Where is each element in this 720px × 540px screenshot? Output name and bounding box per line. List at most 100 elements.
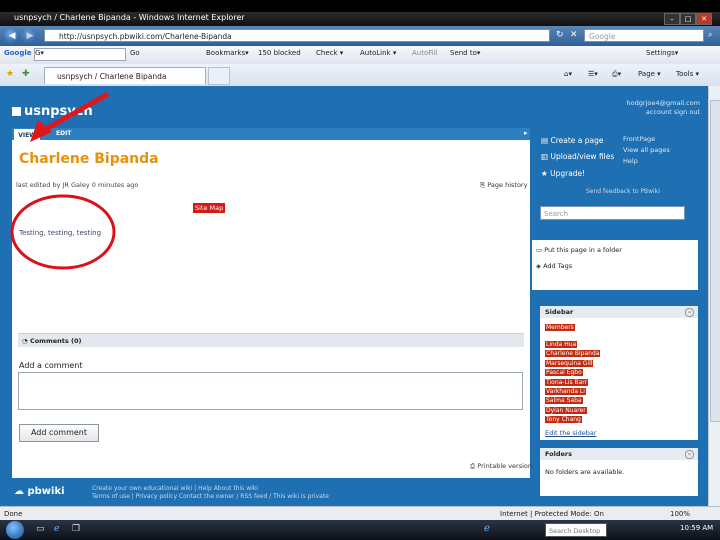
page-history-link[interactable]: ⎘ Page history <box>480 181 527 190</box>
member-link[interactable]: Tony Chang <box>545 415 600 424</box>
show-desktop-icon[interactable]: ▭ <box>36 524 45 534</box>
edit-sidebar-link[interactable]: Edit the sidebar <box>545 429 597 437</box>
page-body-text: Testing, testing, testing <box>19 229 102 237</box>
pbwiki-logo-text: pbwiki <box>27 486 65 497</box>
comment-textarea[interactable] <box>18 372 523 410</box>
feeds-icon[interactable]: ☰▾ <box>588 70 598 78</box>
vertical-scrollbar[interactable] <box>708 86 720 506</box>
tools-menu[interactable]: Tools ▾ <box>676 70 699 78</box>
browser-search-input[interactable]: Google <box>584 29 704 42</box>
help-link[interactable]: Help <box>623 157 638 165</box>
new-tab-button[interactable] <box>208 67 230 85</box>
home-icon <box>12 107 21 116</box>
pbwiki-logo[interactable]: ☁ pbwiki <box>14 486 65 497</box>
create-page-link[interactable]: ▤ Create a page <box>541 136 604 145</box>
tab-edit[interactable]: EDIT <box>56 130 71 137</box>
status-bar: Done Internet | Protected Mode: On 100% <box>0 506 720 521</box>
page-history-label: Page history <box>487 181 528 189</box>
bookmarks-button[interactable]: Bookmarks▾ <box>206 49 249 57</box>
wiki-search-input[interactable]: Search <box>540 206 685 220</box>
desktop-search-input[interactable]: Search Desktop <box>545 523 607 537</box>
window-title-bar: usnpsych / Charlene Bipanda - Windows In… <box>0 12 720 26</box>
member-link[interactable]: Pascal Egbo <box>545 368 600 377</box>
footer-line-2[interactable]: Terms of use | Privacy policy Contact th… <box>92 493 329 501</box>
member-link[interactable]: Salma Saba <box>545 396 600 405</box>
popup-blocked-button[interactable]: 150 blocked <box>258 49 301 57</box>
send-to-button[interactable]: Send to▾ <box>450 49 480 57</box>
put-in-folder-link[interactable]: ▭ Put this page in a folder <box>536 246 622 254</box>
stop-icon[interactable]: ✕ <box>570 30 578 40</box>
google-search-input[interactable]: G▾ <box>34 48 126 61</box>
members-heading[interactable]: Members <box>545 322 575 331</box>
upgrade-label: Upgrade! <box>550 169 586 178</box>
printable-version-link[interactable]: ⎙ Printable version <box>470 462 532 471</box>
wiki-logo[interactable]: usnpsych <box>12 104 93 119</box>
page-title: Charlene Bipanda <box>19 151 159 167</box>
frontpage-link[interactable]: FrontPage <box>623 135 655 143</box>
add-comment-button[interactable]: Add comment <box>19 424 99 442</box>
autolink-button[interactable]: AutoLink ▾ <box>360 49 396 57</box>
search-icon[interactable]: ⌕ <box>708 30 712 40</box>
member-link[interactable]: Marsequina Gill <box>545 359 600 368</box>
collapse-arrow-icon[interactable]: ▸ <box>524 129 528 137</box>
clock[interactable]: 10:59 AM <box>680 524 713 532</box>
sidebar-panel: Sidebar – Members Linda Hua Charlene Bipan… <box>540 306 698 440</box>
printable-label: Printable version <box>477 462 533 470</box>
print-icon[interactable]: ⎙▾ <box>612 70 621 79</box>
ie-quick-launch-icon[interactable]: ℯ <box>54 524 59 534</box>
upload-files-link[interactable]: ▥ Upload/view files <box>541 152 614 161</box>
close-button[interactable]: ✕ <box>696 13 712 25</box>
scrollbar-thumb[interactable] <box>710 100 720 422</box>
zoom-level[interactable]: 100% <box>670 507 690 521</box>
send-feedback-link[interactable]: Send feedback to PBwiki <box>586 188 660 195</box>
page-menu[interactable]: Page ▾ <box>638 70 661 78</box>
upgrade-link[interactable]: ★ Upgrade! <box>541 169 585 178</box>
command-bar: ★ ✚ usnpsych / Charlene Bipanda ⌂▾ ☰▾ ⎙▾… <box>0 64 720 87</box>
window-title: usnpsych / Charlene Bipanda - Windows In… <box>14 13 245 22</box>
maximize-button[interactable]: □ <box>680 13 696 25</box>
add-comment-label: Add a comment <box>19 361 83 370</box>
footer-links[interactable]: Create your own educational wiki | Help … <box>92 485 329 501</box>
last-edited-info: last edited by JR Galey 0 minutes ago <box>16 181 139 189</box>
forward-icon[interactable]: ▶ <box>22 28 38 44</box>
google-go-button[interactable]: Go <box>130 49 140 57</box>
collapse-icon[interactable]: – <box>685 450 694 459</box>
members-list: Linda Hua Charlene Bipanda Marsequina Gill… <box>545 340 601 425</box>
security-zone[interactable]: Internet | Protected Mode: On <box>500 507 604 521</box>
member-name: Dylan Nuarer <box>545 406 587 414</box>
upload-label: Upload/view files <box>550 152 615 161</box>
site-map-link[interactable]: Site Map <box>193 203 226 213</box>
favorites-star-icon[interactable]: ★ <box>6 69 14 79</box>
browser-tab[interactable]: usnpsych / Charlene Bipanda <box>44 67 206 84</box>
account-links[interactable]: account sign out <box>600 108 700 117</box>
add-tags-link[interactable]: ◈ Add Tags <box>536 262 572 270</box>
add-favorites-icon[interactable]: ✚ <box>22 69 30 79</box>
put-in-folder-label: Put this page in a folder <box>544 246 622 254</box>
google-settings-button[interactable]: Settings▾ <box>646 49 678 57</box>
view-all-pages-link[interactable]: View all pages <box>623 146 670 154</box>
wiki-name: usnpsych <box>24 104 93 119</box>
footer-line-1[interactable]: Create your own educational wiki | Help … <box>92 485 329 493</box>
comments-count: Comments (0) <box>29 337 82 345</box>
taskbar-ie-icon[interactable]: ℯ <box>484 523 490 534</box>
autofill-button[interactable]: AutoFill <box>412 49 438 57</box>
member-link[interactable]: Charlene Bipanda <box>545 349 601 358</box>
switch-windows-icon[interactable]: ❐ <box>72 524 80 534</box>
back-icon[interactable]: ◀ <box>4 28 20 44</box>
start-button[interactable] <box>6 521 24 539</box>
folders-panel-header: Folders – <box>540 448 698 460</box>
spell-check-button[interactable]: Check ▾ <box>316 49 343 57</box>
member-name: Salma Saba <box>545 397 583 405</box>
member-link[interactable]: Dylan Nuarer <box>545 406 600 415</box>
collapse-icon[interactable]: – <box>685 308 694 317</box>
sidebar-title: Sidebar <box>545 308 574 316</box>
comments-header[interactable]: ◔ Comments (0) <box>18 333 524 347</box>
url-field[interactable]: http://usnpsych.pbwiki.com/Charlene-Bipa… <box>44 29 550 42</box>
member-link[interactable]: Tiona-Lis Barr <box>545 378 600 387</box>
home-icon[interactable]: ⌂▾ <box>564 70 572 78</box>
refresh-icon[interactable]: ↻ <box>556 30 564 40</box>
member-name: Tiona-Lis Barr <box>545 378 589 386</box>
member-link[interactable]: Linda Hua <box>545 340 600 349</box>
minimize-button[interactable]: – <box>664 13 680 25</box>
member-link[interactable]: Varkhanda Li <box>545 387 600 396</box>
